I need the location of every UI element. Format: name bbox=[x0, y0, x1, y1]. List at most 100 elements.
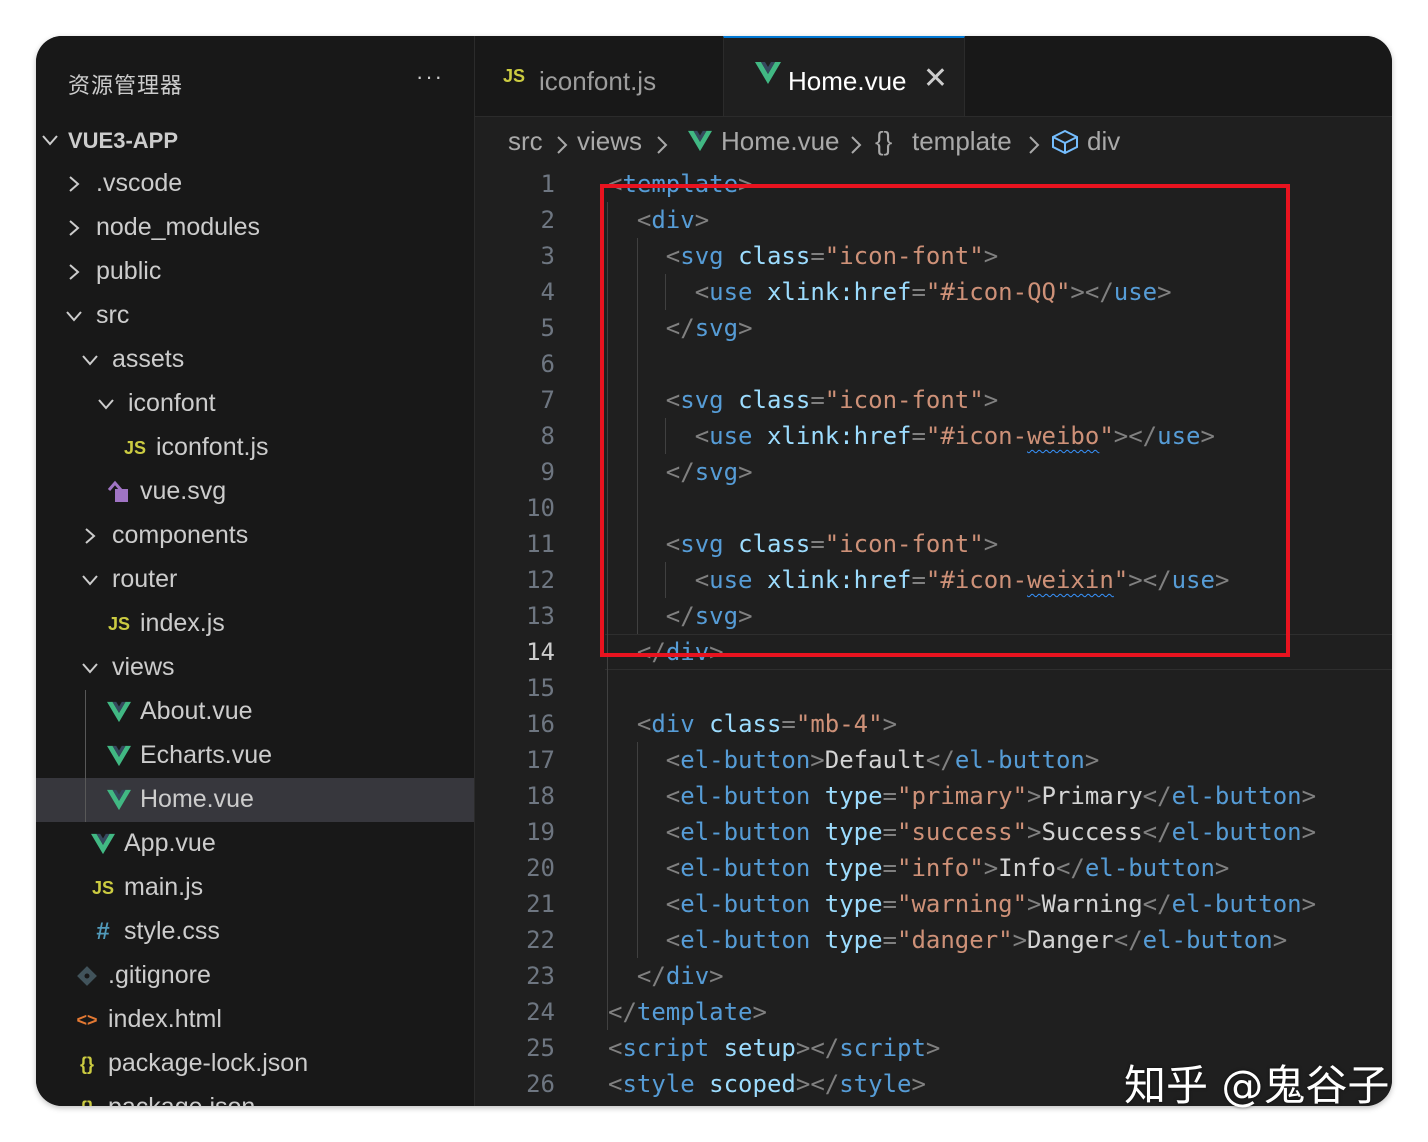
tree-item[interactable]: About.vue bbox=[36, 690, 474, 734]
chevron-down-icon[interactable] bbox=[80, 570, 100, 590]
tree-item-label: .gitignore bbox=[108, 961, 211, 989]
tree-item-label: VUE3-APP bbox=[68, 128, 179, 153]
tree-item[interactable]: App.vue bbox=[36, 822, 474, 866]
tree-item-label: main.js bbox=[124, 873, 204, 901]
tree-item[interactable]: .gitignore bbox=[36, 954, 474, 998]
tab-label: Home.vue bbox=[788, 66, 907, 96]
tree-item[interactable]: JS iconfont.js bbox=[36, 426, 474, 470]
line-number: 11 bbox=[526, 530, 555, 558]
tree-item[interactable]: Echarts.vue bbox=[36, 734, 474, 778]
code-line[interactable]: <script setup></script> bbox=[608, 1030, 940, 1066]
line-number: 24 bbox=[526, 998, 555, 1026]
tree-item-label: About.vue bbox=[140, 697, 253, 725]
tree-item[interactable]: .vscode bbox=[36, 162, 474, 206]
line-number: 10 bbox=[526, 494, 555, 522]
chevron-right-icon[interactable] bbox=[64, 174, 84, 194]
tree-item[interactable]: JS index.js bbox=[36, 602, 474, 646]
line-number: 20 bbox=[526, 854, 555, 882]
chevron-right-icon bbox=[849, 131, 863, 154]
tree-item-label: index.js bbox=[140, 609, 225, 637]
tree-item[interactable]: vue.svg bbox=[36, 470, 474, 514]
tab-iconfont-js[interactable]: JS iconfont.js bbox=[475, 36, 723, 116]
line-number: 8 bbox=[540, 422, 555, 450]
chevron-down-icon[interactable] bbox=[40, 130, 60, 150]
code-line[interactable]: <el-button type="warning">Warning</el-bu… bbox=[608, 886, 1316, 922]
chevron-down-icon[interactable] bbox=[80, 658, 100, 678]
chevron-right-icon bbox=[655, 131, 669, 154]
tree-item-label: .vscode bbox=[96, 169, 183, 197]
tree-item[interactable]: router bbox=[36, 558, 474, 602]
html-file-icon: <> bbox=[76, 1010, 98, 1030]
code-line[interactable]: <el-button type="info">Info</el-button> bbox=[608, 850, 1230, 886]
chevron-right-icon bbox=[555, 131, 569, 154]
tree-item[interactable]: # style.css bbox=[36, 910, 474, 954]
line-number: 16 bbox=[526, 710, 555, 738]
breadcrumb-src[interactable]: src bbox=[508, 126, 543, 157]
tree-item[interactable]: {} package.json bbox=[36, 1086, 474, 1106]
breadcrumb-file[interactable]: Home.vue bbox=[721, 126, 840, 157]
code-line[interactable]: </template> bbox=[608, 994, 767, 1030]
vue-file-icon bbox=[106, 744, 132, 768]
tree-item[interactable]: JS main.js bbox=[36, 866, 474, 910]
braces-icon: {} bbox=[875, 126, 893, 156]
tree-item[interactable]: {} package-lock.json bbox=[36, 1042, 474, 1086]
line-number: 21 bbox=[526, 890, 555, 918]
chevron-right-icon[interactable] bbox=[64, 262, 84, 282]
tree-item[interactable]: assets bbox=[36, 338, 474, 382]
tree-item[interactable]: node_modules bbox=[36, 206, 474, 250]
close-icon[interactable]: ✕ bbox=[923, 64, 948, 94]
line-number: 22 bbox=[526, 926, 555, 954]
line-number: 5 bbox=[540, 314, 555, 342]
line-number: 23 bbox=[526, 962, 555, 990]
tree-item[interactable]: VUE3-APP bbox=[36, 118, 474, 162]
code-line[interactable]: <el-button type="danger">Danger</el-butt… bbox=[608, 922, 1287, 958]
tree-item[interactable]: src bbox=[36, 294, 474, 338]
tree-item[interactable]: <> index.html bbox=[36, 998, 474, 1042]
watermark: 知乎 @鬼谷子 bbox=[1124, 1061, 1390, 1110]
line-number: 14 bbox=[526, 638, 555, 666]
tree-item[interactable]: components bbox=[36, 514, 474, 558]
line-number: 7 bbox=[540, 386, 555, 414]
tree-item[interactable]: public bbox=[36, 250, 474, 294]
tree-item[interactable]: iconfont bbox=[36, 382, 474, 426]
code-line[interactable]: <el-button type="success">Success</el-bu… bbox=[608, 814, 1316, 850]
vue-file-icon bbox=[687, 129, 713, 160]
line-number: 6 bbox=[540, 350, 555, 378]
code-line[interactable]: <style scoped></style> bbox=[608, 1066, 926, 1102]
tree-item-label: public bbox=[96, 257, 162, 285]
vue-file-icon bbox=[106, 788, 132, 812]
js-file-icon: JS bbox=[91, 878, 115, 898]
more-actions-icon[interactable]: ··· bbox=[416, 64, 444, 90]
tree-item-label: App.vue bbox=[124, 829, 216, 857]
tab-home-vue[interactable]: Home.vue ✕ bbox=[723, 36, 965, 116]
tree-item-label: Home.vue bbox=[140, 785, 254, 813]
breadcrumb-div[interactable]: div bbox=[1087, 126, 1120, 157]
breadcrumb-template[interactable]: template bbox=[912, 126, 1012, 157]
code-line[interactable]: <el-button>Default</el-button> bbox=[608, 742, 1100, 778]
line-number: 17 bbox=[526, 746, 555, 774]
tree-item-label: node_modules bbox=[96, 213, 261, 241]
git-file-icon bbox=[74, 964, 100, 988]
css-file-icon: # bbox=[96, 918, 110, 945]
js-file-icon: JS bbox=[502, 66, 526, 86]
svg-file-icon bbox=[106, 480, 132, 504]
code-line[interactable]: <div class="mb-4"> bbox=[608, 706, 897, 742]
tab-label: iconfont.js bbox=[539, 66, 657, 96]
tree-item[interactable]: Home.vue bbox=[36, 778, 474, 822]
code-line[interactable]: <el-button type="primary">Primary</el-bu… bbox=[608, 778, 1316, 814]
breadcrumb-views[interactable]: views bbox=[577, 126, 642, 157]
line-number: 19 bbox=[526, 818, 555, 846]
chevron-down-icon[interactable] bbox=[96, 394, 116, 414]
line-number: 9 bbox=[540, 458, 555, 486]
code-line[interactable]: </div> bbox=[608, 958, 724, 994]
chevron-right-icon[interactable] bbox=[80, 526, 100, 546]
tree-item-label: iconfont bbox=[128, 389, 216, 417]
chevron-down-icon[interactable] bbox=[64, 306, 84, 326]
line-number: 13 bbox=[526, 602, 555, 630]
line-number: 12 bbox=[526, 566, 555, 594]
chevron-right-icon[interactable] bbox=[64, 218, 84, 238]
tree-item[interactable]: views bbox=[36, 646, 474, 690]
chevron-right-icon bbox=[1027, 131, 1041, 154]
indent-guide bbox=[85, 690, 86, 822]
chevron-down-icon[interactable] bbox=[80, 350, 100, 370]
